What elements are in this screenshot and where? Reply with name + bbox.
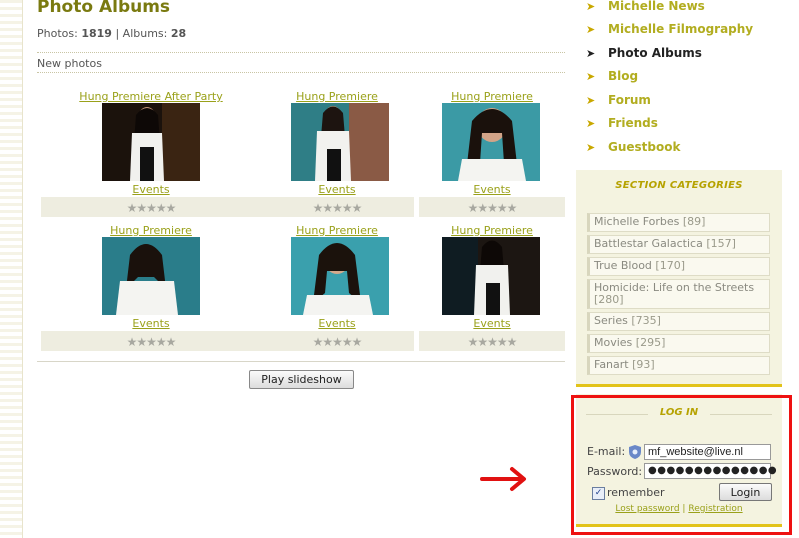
divider (37, 361, 565, 362)
section-categories-heading: SECTION CATEGORIES (615, 180, 743, 191)
category-count: [89] (682, 215, 706, 228)
nav-item-friends[interactable]: ➤ Friends (586, 114, 658, 132)
category-item[interactable]: Homicide: Life on the Streets [280] (587, 279, 770, 309)
arrow-right-icon: ➤ (586, 93, 596, 107)
nav-item-label: Forum (608, 93, 651, 107)
star-rating-icon[interactable]: ★★★★★ (313, 201, 363, 215)
category-name: Fanart (594, 358, 629, 371)
arrow-right-icon: ➤ (586, 140, 596, 154)
rating-bar[interactable]: ★★★★★ (41, 197, 261, 217)
category-name: Movies (594, 336, 633, 349)
album-stats: Photos: 1819 | Albums: 28 (37, 27, 186, 40)
nav-item-label: Guestbook (608, 140, 681, 154)
photo-card: Hung Premiere Events ★★★★★ (419, 224, 565, 354)
album-title-link[interactable]: Hung Premiere (262, 224, 412, 237)
photo-thumbnail[interactable] (442, 103, 540, 181)
nav-item-label: Friends (608, 116, 658, 130)
category-name: Michelle Forbes (594, 215, 680, 228)
page-title: Photo Albums (37, 0, 171, 17)
category-count: [93] (632, 358, 655, 371)
category-item[interactable]: Battlestar Galactica [157] (587, 235, 770, 254)
category-item[interactable]: Fanart [93] (587, 356, 770, 375)
rating-bar[interactable]: ★★★★★ (419, 331, 565, 351)
photo-card: Hung Premiere Events ★★★★★ (260, 224, 414, 354)
category-count: [735] (631, 314, 661, 327)
gold-divider (576, 384, 782, 387)
album-title-link[interactable]: Hung Premiere (419, 90, 565, 103)
category-name: Series (594, 314, 628, 327)
albums-label: Albums: (122, 27, 168, 40)
new-photos-heading: New photos (37, 57, 102, 70)
category-name: Battlestar Galactica (594, 237, 703, 250)
category-link[interactable]: Events (41, 317, 261, 330)
category-link[interactable]: Events (419, 317, 565, 330)
photo-thumbnail[interactable] (442, 237, 540, 315)
divider (37, 72, 565, 73)
photo-thumbnail[interactable] (291, 237, 389, 315)
category-item[interactable]: Michelle Forbes [89] (587, 213, 770, 232)
nav-item-label: Michelle News (608, 0, 705, 13)
photo-thumbnail[interactable] (291, 103, 389, 181)
category-item[interactable]: Movies [295] (587, 334, 770, 353)
nav-item-blog[interactable]: ➤ Blog (586, 67, 638, 85)
star-rating-icon[interactable]: ★★★★★ (127, 201, 177, 215)
photo-thumbnail[interactable] (102, 103, 200, 181)
nav-item-photo-albums[interactable]: ➤ Photo Albums (586, 44, 702, 62)
category-link[interactable]: Events (262, 183, 412, 196)
category-link[interactable]: Events (262, 317, 412, 330)
category-item[interactable]: True Blood [170] (587, 257, 770, 276)
album-title-link[interactable]: Hung Premiere (41, 224, 261, 237)
section-categories-panel: SECTION CATEGORIES Michelle Forbes [89] … (576, 170, 782, 384)
stats-divider: | (115, 27, 120, 40)
arrow-right-icon: ➤ (586, 22, 596, 36)
arrow-right-icon: ➤ (586, 69, 596, 83)
star-rating-icon[interactable]: ★★★★★ (127, 335, 177, 349)
divider (37, 52, 565, 53)
photo-card: Hung Premiere Events ★★★★★ (260, 90, 414, 220)
category-count: [280] (594, 293, 624, 306)
annotation-arrow-icon (480, 467, 526, 491)
rating-bar[interactable]: ★★★★★ (260, 197, 414, 217)
albums-count: 28 (170, 27, 187, 40)
nav-item-label: Photo Albums (608, 46, 702, 60)
main-content: Photo Albums Photos: 1819 | Albums: 28 N… (30, 0, 568, 538)
photos-label: Photos: (37, 27, 78, 40)
photo-card: Hung Premiere After Party Events ★★★★★ (41, 90, 261, 220)
rating-bar[interactable]: ★★★★★ (41, 331, 261, 351)
category-link[interactable]: Events (419, 183, 565, 196)
nav-item-forum[interactable]: ➤ Forum (586, 91, 651, 109)
star-rating-icon[interactable]: ★★★★★ (313, 335, 363, 349)
photos-count: 1819 (81, 27, 112, 40)
arrow-right-icon: ➤ (586, 116, 596, 130)
album-title-link[interactable]: Hung Premiere After Party (41, 90, 261, 103)
photo-thumbnail[interactable] (102, 237, 200, 315)
category-item[interactable]: Series [735] (587, 312, 770, 331)
rating-bar[interactable]: ★★★★★ (419, 197, 565, 217)
star-rating-icon[interactable]: ★★★★★ (468, 201, 518, 215)
photo-card: Hung Premiere Events ★★★★★ (419, 90, 565, 220)
nav-item-label: Michelle Filmography (608, 22, 754, 36)
annotation-highlight-box (571, 395, 792, 535)
category-count: [170] (655, 259, 685, 272)
category-count: [157] (706, 237, 736, 250)
rating-bar[interactable]: ★★★★★ (260, 331, 414, 351)
arrow-right-icon: ➤ (586, 0, 596, 13)
torn-paper-edge (0, 0, 23, 538)
nav-item-label: Blog (608, 69, 639, 83)
photo-card: Hung Premiere Events ★★★★★ (41, 224, 261, 354)
album-title-link[interactable]: Hung Premiere (262, 90, 412, 103)
play-slideshow-button[interactable]: Play slideshow (249, 370, 354, 389)
category-link[interactable]: Events (41, 183, 261, 196)
album-title-link[interactable]: Hung Premiere (419, 224, 565, 237)
nav-item-michelle-filmography[interactable]: ➤ Michelle Filmography (586, 20, 753, 38)
nav-item-guestbook[interactable]: ➤ Guestbook (586, 138, 680, 156)
category-name: True Blood (594, 259, 652, 272)
star-rating-icon[interactable]: ★★★★★ (468, 335, 518, 349)
arrow-right-icon: ➤ (586, 46, 596, 60)
nav-item-michelle-news[interactable]: ➤ Michelle News (586, 0, 705, 15)
category-count: [295] (635, 336, 666, 349)
